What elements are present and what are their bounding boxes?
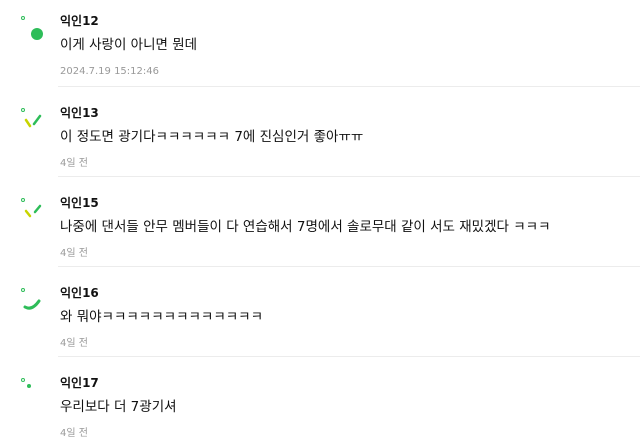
comment-text: 나중에 댄서들 안무 멤버들이 다 연습해서 7명에서 솔로무대 같이 서도 재… <box>60 219 551 235</box>
comment-author[interactable]: 익인12 <box>60 13 99 29</box>
comment-text: 이게 사랑이 아니면 뭔데 <box>60 37 198 53</box>
divider <box>58 176 640 177</box>
comment-time: 4일 전 <box>60 248 88 259</box>
comment-time: 4일 전 <box>60 338 88 349</box>
divider <box>58 86 640 87</box>
green-small-dot-icon <box>20 377 46 403</box>
comment-author[interactable]: 익인13 <box>60 105 99 121</box>
comment-time: 4일 전 <box>60 158 88 169</box>
comment-time: 2024.7.19 15:12:46 <box>60 66 159 77</box>
green-smile-icon <box>20 287 46 313</box>
green-check-icon <box>20 107 46 133</box>
comment-text: 이 정도면 광기다ㅋㅋㅋㅋㅋㅋ 7에 진심인거 좋아ㅠㅠ <box>60 129 364 145</box>
green-dot-icon <box>20 15 46 41</box>
divider <box>58 356 640 357</box>
comment-text: 와 뭐야ㅋㅋㅋㅋㅋㅋㅋㅋㅋㅋㅋㅋㅋ <box>60 309 264 325</box>
comment-text: 우리보다 더 7광기셔 <box>60 399 177 415</box>
comment-author[interactable]: 익인16 <box>60 285 99 301</box>
green-slash-icon <box>20 197 46 223</box>
comment-author[interactable]: 익인15 <box>60 195 99 211</box>
comment-author[interactable]: 익인17 <box>60 375 99 391</box>
divider <box>58 266 640 267</box>
comment-time: 4일 전 <box>60 428 88 439</box>
